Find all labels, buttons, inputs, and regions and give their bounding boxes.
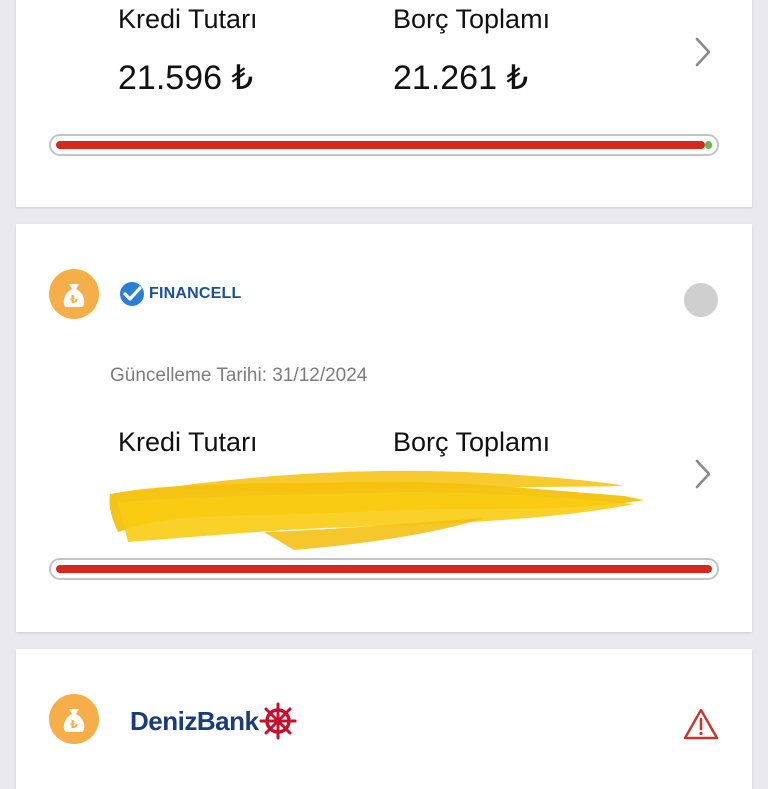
warning-triangle-icon xyxy=(683,708,719,740)
bank-name: DenizBank xyxy=(130,705,259,736)
credit-amount-label: Kredi Tutarı xyxy=(118,4,258,34)
progress-fill xyxy=(56,141,705,149)
credit-amount-value: 21.596 ₺ xyxy=(118,59,254,97)
chevron-right-icon[interactable] xyxy=(690,34,716,70)
repayment-progress-bar xyxy=(49,134,719,156)
money-bag-lira-icon: ₺ xyxy=(49,269,99,319)
debt-total-label: Borç Toplamı xyxy=(393,4,551,34)
loan-card-1[interactable]: Kredi Tutarı Borç Toplamı 21.596 ₺ 21.26… xyxy=(16,0,752,207)
progress-remaining xyxy=(705,141,712,149)
svg-text:₺: ₺ xyxy=(70,293,78,306)
denizbank-logo: DenizBank xyxy=(130,702,297,740)
financell-check-icon xyxy=(120,282,144,306)
svg-text:₺: ₺ xyxy=(70,718,78,731)
repayment-progress-bar xyxy=(49,558,719,580)
bank-name: FINANCELL xyxy=(149,285,242,302)
status-indicator xyxy=(684,283,718,317)
progress-fill xyxy=(56,565,712,573)
chevron-right-icon[interactable] xyxy=(690,456,716,492)
ship-wheel-icon xyxy=(259,702,297,740)
update-date: Güncelleme Tarihi: 31/12/2024 xyxy=(110,365,368,386)
financell-logo: FINANCELL xyxy=(119,281,241,307)
money-bag-lira-icon: ₺ xyxy=(49,694,99,744)
redaction-scribble xyxy=(109,470,645,550)
loan-card-financell[interactable]: ₺ FINANCELL Güncelleme Tarihi: 31/12/202… xyxy=(16,224,752,632)
loan-card-denizbank[interactable]: ₺ DenizBank xyxy=(16,649,752,789)
debt-total-value: 21.261 ₺ xyxy=(393,59,529,97)
